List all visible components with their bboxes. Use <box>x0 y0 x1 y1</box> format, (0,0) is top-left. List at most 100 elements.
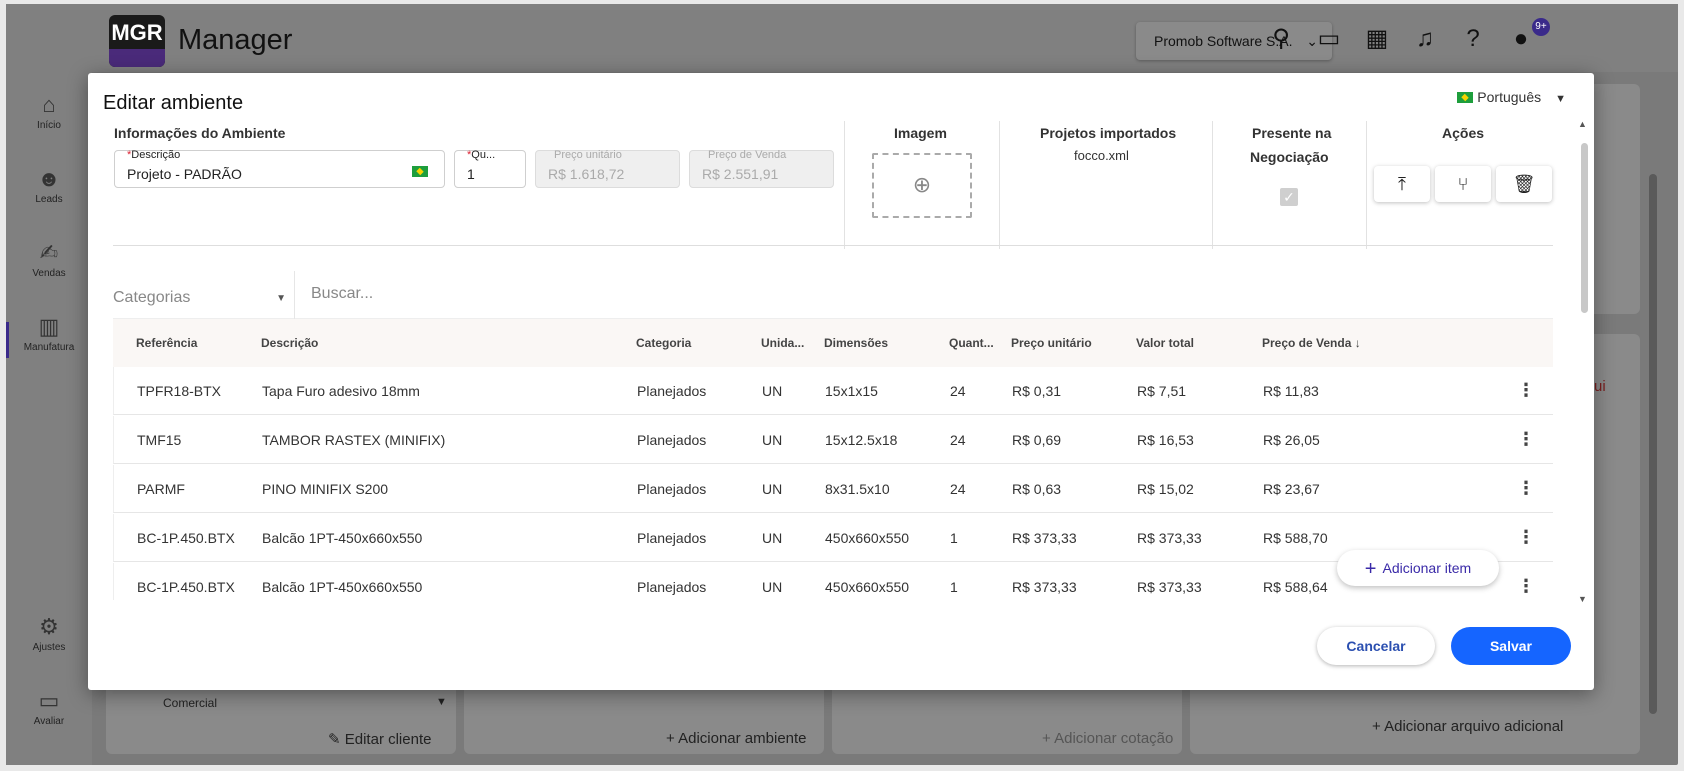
sidebar-item-label: Manufatura <box>23 342 75 353</box>
message-icon[interactable]: ▭ <box>1314 24 1344 54</box>
imported-section-title: Projetos importados <box>1040 125 1177 141</box>
cell-unidade: UN <box>762 383 783 399</box>
more-vert-icon[interactable]: ⋮ <box>1517 528 1535 546</box>
table-row[interactable]: BC-1P.450.BTX Balcão 1PT-450x660x550 Plane… <box>113 514 1553 562</box>
cell-valor-total: R$ 373,33 <box>1137 530 1202 546</box>
scroll-down-icon[interactable]: ▼ <box>1578 594 1587 604</box>
edit-environment-dialog: Editar ambiente Português ▼ Informações d… <box>88 73 1594 690</box>
divider <box>1366 121 1367 249</box>
table-row[interactable]: PARMF PINO MINIFIX S200 Planejados UN 8x31.5… <box>113 465 1553 513</box>
pencil-icon: ✎ <box>328 731 345 748</box>
cancel-button[interactable]: Cancelar <box>1317 627 1435 665</box>
col-descricao[interactable]: Descrição <box>261 336 318 350</box>
quantity-label: *Qu... <box>467 149 495 161</box>
split-button[interactable]: ⑂ <box>1435 166 1491 202</box>
cell-preco-unitario: R$ 373,33 <box>1012 530 1077 546</box>
add-file-label: Adicionar arquivo adicional <box>1384 718 1564 735</box>
cell-dimensoes: 450x660x550 <box>825 579 910 595</box>
more-vert-icon[interactable]: ⋮ <box>1517 479 1535 497</box>
delete-button[interactable]: 🗑 <box>1496 166 1552 202</box>
categories-placeholder: Categorias <box>113 289 191 306</box>
language-selector[interactable]: Português ▼ <box>1457 89 1566 105</box>
save-button[interactable]: Salvar <box>1451 627 1571 665</box>
cell-preco-venda: R$ 588,64 <box>1263 579 1328 595</box>
col-valor-total[interactable]: Valor total <box>1136 336 1194 350</box>
add-quote-button[interactable]: + Adicionar cotação <box>1042 730 1173 747</box>
categories-select[interactable]: Categorias ▼ <box>113 271 295 319</box>
divider <box>1212 121 1213 249</box>
help-icon[interactable]: ? <box>1458 24 1488 54</box>
bg-scrollbar[interactable] <box>1649 174 1657 714</box>
cell-quantidade: 1 <box>950 530 958 546</box>
sidebar-item-ajustes[interactable]: ⚙ Ajustes <box>6 612 92 653</box>
col-preco-venda[interactable]: Preço de Venda ↓ <box>1262 336 1361 350</box>
negotiation-checkbox[interactable]: ✓ <box>1280 188 1298 206</box>
cell-valor-total: R$ 15,02 <box>1137 481 1194 497</box>
app-logo: MGR <box>109 15 165 67</box>
cell-descricao: Balcão 1PT-450x660x550 <box>262 579 423 595</box>
cell-categoria: Planejados <box>637 530 707 546</box>
cell-categoria: Planejados <box>637 579 707 595</box>
cell-referencia: BC-1P.450.BTX <box>137 530 235 546</box>
cell-unidade: UN <box>762 579 783 595</box>
cell-referencia: BC-1P.450.BTX <box>137 579 235 595</box>
add-environment-button[interactable]: + Adicionar ambiente <box>666 730 807 747</box>
quantity-field[interactable]: *Qu... 1 <box>454 149 526 188</box>
col-preco-unitario[interactable]: Preço unitário <box>1011 336 1092 350</box>
add-file-button[interactable]: + Adicionar arquivo adicional <box>1372 718 1563 735</box>
table-row[interactable]: TMF15 TAMBOR RASTEX (MINIFIX) Planejados UN… <box>113 416 1553 464</box>
cell-preco-unitario: R$ 373,33 <box>1012 579 1077 595</box>
user-icon[interactable]: ● <box>1506 24 1536 54</box>
cell-categoria: Planejados <box>637 432 707 448</box>
col-categoria[interactable]: Categoria <box>636 336 691 350</box>
sale-price-label: Preço de Venda <box>708 149 787 161</box>
more-vert-icon[interactable]: ⋮ <box>1517 577 1535 595</box>
caret-down-icon: ▼ <box>276 293 286 304</box>
description-label-text: Descrição <box>131 149 181 161</box>
image-upload-dropzone[interactable]: ⊕ <box>872 153 972 218</box>
language-label: Português <box>1477 89 1542 105</box>
cell-preco-venda: R$ 11,83 <box>1263 383 1319 399</box>
sidebar-item-inicio[interactable]: ⌂ Início <box>6 90 92 131</box>
cell-referencia: TPFR18-BTX <box>137 383 222 399</box>
more-vert-icon[interactable]: ⋮ <box>1517 381 1535 399</box>
add-item-label: Adicionar item <box>1382 560 1472 576</box>
search-input[interactable]: Buscar... <box>311 285 373 303</box>
brazil-flag-icon <box>1457 92 1474 103</box>
calendar-icon[interactable]: ▦ <box>1362 24 1392 54</box>
search-icon[interactable]: ⚲ <box>1266 24 1296 54</box>
items-table: Referência Descrição Categoria Unida... … <box>113 319 1553 600</box>
sidebar-item-leads[interactable]: ☻ Leads <box>6 164 92 205</box>
col-referencia[interactable]: Referência <box>136 336 197 350</box>
more-vert-icon[interactable]: ⋮ <box>1517 430 1535 448</box>
scroll-up-icon[interactable]: ▲ <box>1578 119 1587 129</box>
upload-button[interactable]: ⤒ <box>1374 166 1430 202</box>
divider <box>999 121 1000 249</box>
imported-file-link[interactable]: focco.xml <box>1074 148 1129 163</box>
col-dimensoes[interactable]: Dimensões <box>824 336 888 350</box>
merge-icon: ⑂ <box>1457 174 1469 194</box>
sort-down-icon: ↓ <box>1354 336 1361 350</box>
bell-icon[interactable]: ♫ <box>1410 24 1440 54</box>
cell-unidade: UN <box>762 432 783 448</box>
add-item-button[interactable]: + Adicionar item <box>1337 550 1499 586</box>
quantity-value: 1 <box>467 166 475 182</box>
sidebar-item-vendas[interactable]: ✍ Vendas <box>6 238 92 279</box>
company-selector[interactable]: Promob Software S.A. ⌄ <box>1136 22 1332 60</box>
caret-down-icon: ▼ <box>1555 93 1566 105</box>
sidebar-item-manufatura[interactable]: ▥ Manufatura <box>6 312 92 353</box>
col-quantidade[interactable]: Quant... <box>949 336 994 350</box>
edit-client-button[interactable]: ✎ Editar cliente <box>328 730 431 748</box>
table-row[interactable]: TPFR18-BTX Tapa Furo adesivo 18mm Planejad… <box>113 367 1553 415</box>
sidebar-item-label: Ajustes <box>32 642 66 653</box>
app-root: MGR Manager Promob Software S.A. ⌄ ⚲ ▭ ▦… <box>0 0 1684 771</box>
brazil-flag-icon <box>412 166 428 177</box>
col-unidade[interactable]: Unida... <box>761 336 804 350</box>
people-icon: ☻ <box>37 166 61 191</box>
cell-valor-total: R$ 16,53 <box>1137 432 1194 448</box>
description-field[interactable]: *Descrição Projeto - PADRÃO <box>114 149 445 188</box>
filter-row: Categorias ▼ Buscar... <box>113 271 1553 319</box>
dialog-scrollbar-thumb[interactable] <box>1581 143 1588 313</box>
description-value: Projeto - PADRÃO <box>127 166 242 182</box>
sidebar-item-avaliar[interactable]: ▭ Avaliar <box>6 686 92 727</box>
